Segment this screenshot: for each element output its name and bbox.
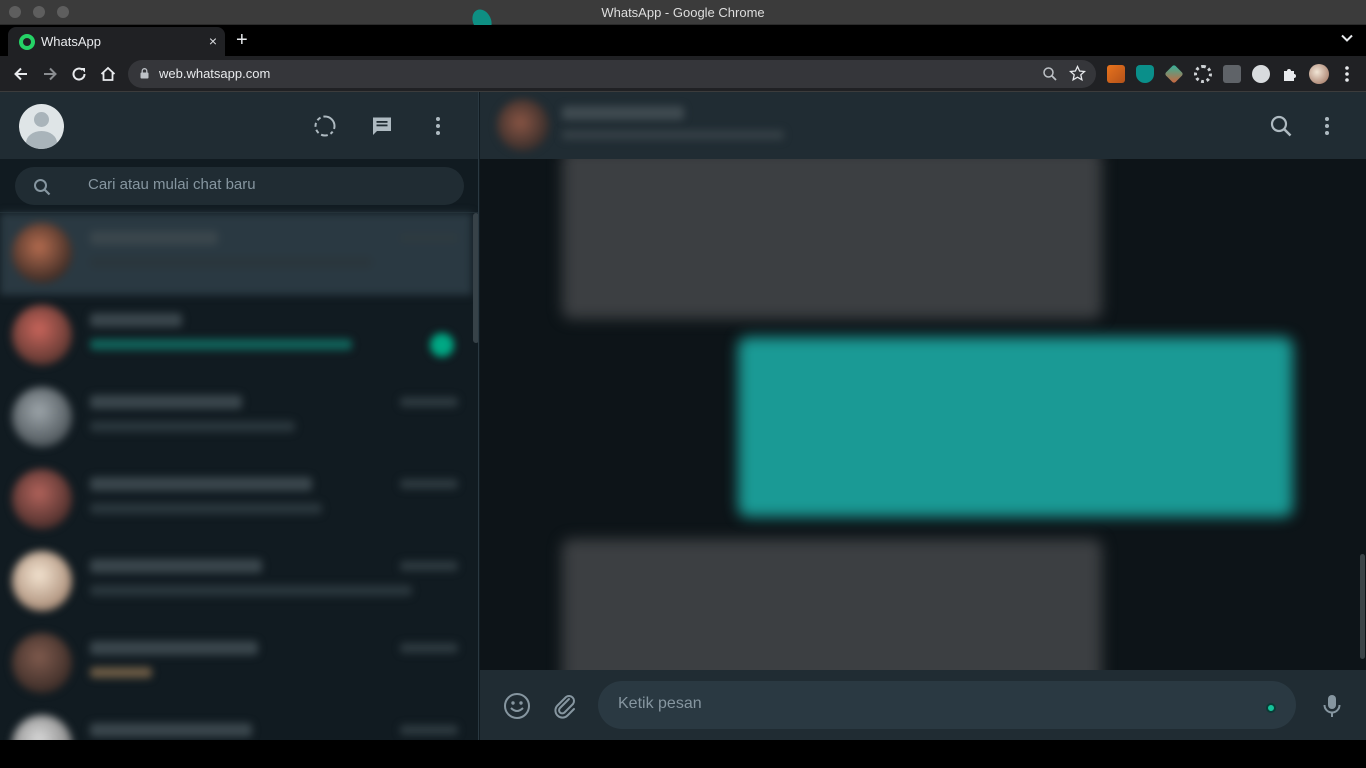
extensions-puzzle-icon[interactable] bbox=[1281, 65, 1299, 83]
tab-close-button[interactable]: × bbox=[209, 33, 217, 49]
chat-list-scrollbar[interactable] bbox=[473, 213, 478, 343]
message-time bbox=[400, 725, 458, 735]
tab-whatsapp[interactable]: WhatsApp × bbox=[8, 27, 225, 56]
bookmark-star-icon[interactable] bbox=[1069, 65, 1086, 82]
contact-name bbox=[90, 477, 312, 491]
sidebar-header bbox=[0, 92, 478, 159]
profile-avatar-icon[interactable] bbox=[1309, 64, 1329, 84]
message-input[interactable]: Ketik pesan bbox=[598, 681, 1296, 729]
last-message bbox=[90, 503, 322, 514]
contact-name bbox=[562, 106, 684, 120]
last-message bbox=[90, 421, 295, 432]
contact-name bbox=[90, 559, 262, 573]
sidebar: Cari atau mulai chat baru bbox=[0, 92, 479, 740]
user-avatar[interactable] bbox=[19, 104, 64, 149]
avatar-body-icon bbox=[26, 131, 57, 149]
tab-label: WhatsApp bbox=[41, 34, 101, 49]
sidebar-menu-icon[interactable] bbox=[426, 114, 450, 138]
url-text[interactable]: web.whatsapp.com bbox=[159, 66, 270, 81]
reload-icon[interactable] bbox=[69, 64, 89, 84]
whatsapp-favicon-icon bbox=[19, 34, 35, 50]
conversation-header[interactable] bbox=[480, 92, 1366, 159]
check-extension-icon[interactable] bbox=[1252, 65, 1270, 83]
zoom-icon[interactable] bbox=[1042, 66, 1058, 82]
contact-name bbox=[90, 723, 252, 737]
last-message bbox=[90, 339, 352, 350]
message-time bbox=[400, 643, 458, 653]
incoming-message[interactable] bbox=[562, 159, 1102, 319]
contact-avatar bbox=[12, 387, 72, 447]
avatar-head-icon bbox=[34, 112, 49, 127]
message-area bbox=[480, 159, 1366, 670]
screen-bottom-bar bbox=[0, 740, 1366, 768]
unread-badge bbox=[430, 333, 454, 357]
last-message bbox=[90, 585, 412, 596]
status-icon[interactable] bbox=[313, 114, 337, 138]
image-extension-icon[interactable] bbox=[1223, 65, 1241, 83]
conversation-panel: Ketik pesan bbox=[480, 92, 1366, 740]
search-messages-icon[interactable] bbox=[1269, 114, 1293, 138]
search-row: Cari atau mulai chat baru bbox=[0, 159, 478, 213]
contact-name bbox=[90, 395, 242, 409]
chrome-menu-icon[interactable] bbox=[1340, 65, 1354, 83]
contact-avatar bbox=[12, 223, 72, 283]
back-arrow-icon[interactable] bbox=[11, 64, 31, 84]
whatsapp-app: Cari atau mulai chat baru Ketik pesan bbox=[0, 92, 1366, 740]
contact-avatar bbox=[12, 715, 72, 740]
tab-strip: WhatsApp × + bbox=[0, 25, 1366, 56]
chat-list-item[interactable] bbox=[0, 705, 472, 740]
outgoing-message[interactable] bbox=[738, 337, 1293, 517]
emoji-icon[interactable] bbox=[503, 692, 531, 720]
contact-subtitle bbox=[562, 130, 784, 140]
search-placeholder: Cari atau mulai chat baru bbox=[88, 176, 256, 193]
chat-list-item[interactable] bbox=[0, 377, 472, 459]
contact-avatar bbox=[12, 633, 72, 693]
chat-list-item[interactable] bbox=[0, 459, 472, 541]
window-titlebar: WhatsApp - Google Chrome bbox=[0, 0, 1366, 36]
new-chat-icon[interactable] bbox=[370, 114, 394, 138]
forward-arrow-icon[interactable] bbox=[40, 64, 60, 84]
browser-toolbar: web.whatsapp.com bbox=[0, 56, 1366, 92]
message-time bbox=[400, 561, 458, 571]
chat-search-input[interactable]: Cari atau mulai chat baru bbox=[15, 167, 464, 205]
contact-name bbox=[90, 313, 182, 327]
contact-name bbox=[90, 641, 258, 655]
contact-avatar bbox=[12, 469, 72, 529]
message-composer: Ketik pesan bbox=[480, 670, 1366, 740]
grammarly-icon[interactable] bbox=[1266, 703, 1276, 713]
lock-icon[interactable] bbox=[140, 68, 149, 79]
attach-paperclip-icon[interactable] bbox=[551, 692, 579, 720]
chat-list-item[interactable] bbox=[0, 623, 472, 705]
glasses-extension-icon[interactable] bbox=[1194, 65, 1212, 83]
message-time bbox=[400, 397, 458, 407]
rss-extension-icon[interactable] bbox=[1107, 65, 1125, 83]
microphone-icon[interactable] bbox=[1318, 692, 1346, 720]
chat-list bbox=[0, 213, 478, 740]
chat-list-item[interactable] bbox=[0, 213, 472, 295]
diamond-extension-icon[interactable] bbox=[1164, 64, 1184, 84]
contact-avatar bbox=[12, 305, 72, 365]
contact-name bbox=[90, 231, 218, 245]
message-time bbox=[400, 479, 458, 489]
window-title: WhatsApp - Google Chrome bbox=[601, 5, 765, 20]
contact-avatar[interactable] bbox=[497, 99, 549, 151]
vpn-shield-extension-icon[interactable] bbox=[1136, 65, 1154, 83]
conversation-menu-icon[interactable] bbox=[1315, 114, 1339, 138]
address-bar[interactable]: web.whatsapp.com bbox=[128, 60, 1096, 88]
message-time bbox=[400, 233, 458, 243]
incoming-message[interactable] bbox=[562, 539, 1102, 670]
new-tab-button[interactable]: + bbox=[236, 29, 248, 52]
contact-avatar bbox=[12, 551, 72, 611]
chat-list-item[interactable] bbox=[0, 295, 472, 377]
chat-list-item[interactable] bbox=[0, 541, 472, 623]
home-icon[interactable] bbox=[98, 64, 118, 84]
search-icon bbox=[34, 179, 51, 196]
tab-search-chevron-icon[interactable] bbox=[1340, 31, 1354, 45]
message-scrollbar[interactable] bbox=[1360, 554, 1365, 659]
message-placeholder: Ketik pesan bbox=[618, 695, 702, 712]
last-message bbox=[90, 667, 152, 678]
last-message bbox=[90, 257, 372, 268]
